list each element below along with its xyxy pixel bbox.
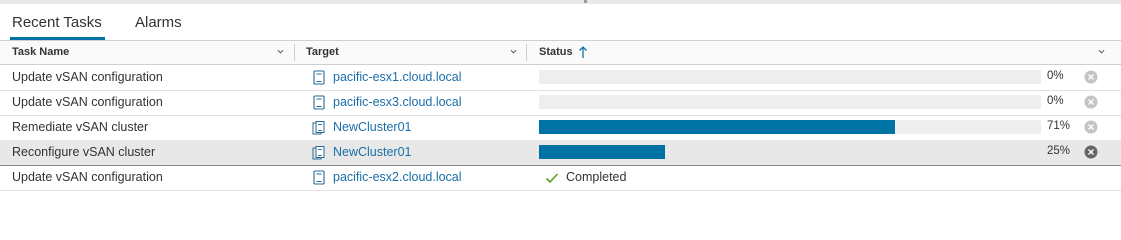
column-header-status-label: Status [539, 46, 573, 58]
table-row[interactable]: Reconfigure vSAN cluster NewCluster01 25% [0, 140, 1121, 166]
progress-bar [539, 120, 1041, 134]
tasks-table-header: Task Name Target Status [0, 41, 1121, 65]
bottom-panel-tabs: Recent Tasks Alarms [0, 4, 1121, 41]
target-link[interactable]: NewCluster01 [333, 120, 412, 134]
progress-percent: 71% [1047, 120, 1071, 132]
table-row[interactable]: Update vSAN configuration pacific-esx1.cl… [0, 65, 1121, 91]
tab-recent-tasks[interactable]: Recent Tasks [12, 14, 102, 31]
column-header-task-name[interactable]: Task Name [12, 41, 292, 64]
tab-alarms[interactable]: Alarms [135, 14, 182, 31]
table-row[interactable]: Update vSAN configuration pacific-esx3.cl… [0, 90, 1121, 116]
target-link[interactable]: pacific-esx3.cloud.local [333, 95, 462, 109]
active-tab-indicator [10, 37, 105, 40]
column-header-task-name-label: Task Name [12, 46, 70, 58]
column-header-status[interactable]: Status [539, 41, 1079, 64]
sort-ascending-icon[interactable] [578, 45, 588, 59]
cluster-icon [312, 120, 326, 135]
progress-fill [539, 145, 665, 159]
task-name: Update vSAN configuration [12, 70, 163, 84]
cluster-icon [312, 145, 326, 160]
resize-grip-icon[interactable] [584, 0, 587, 3]
task-name: Remediate vSAN cluster [12, 120, 149, 134]
progress-bar [539, 145, 1041, 159]
column-header-target-label: Target [306, 46, 339, 58]
column-divider[interactable] [526, 44, 527, 61]
progress-percent: 0% [1047, 70, 1064, 82]
target-link[interactable]: pacific-esx1.cloud.local [333, 70, 462, 84]
host-icon [312, 95, 326, 110]
column-divider[interactable] [294, 44, 295, 61]
column-header-target[interactable]: Target [306, 41, 516, 64]
cancel-task-icon[interactable] [1084, 95, 1098, 109]
target-link[interactable]: pacific-esx2.cloud.local [333, 170, 462, 184]
progress-percent: 0% [1047, 95, 1064, 107]
table-row[interactable]: Remediate vSAN cluster NewCluster01 71% [0, 115, 1121, 141]
progress-fill [539, 120, 896, 134]
host-icon [312, 70, 326, 85]
task-name: Reconfigure vSAN cluster [12, 145, 156, 159]
table-row[interactable]: Update vSAN configuration pacific-esx2.cl… [0, 165, 1121, 191]
cancel-task-icon[interactable] [1084, 145, 1098, 159]
chevron-down-icon[interactable] [277, 48, 284, 55]
progress-percent: 25% [1047, 145, 1071, 157]
cancel-task-icon[interactable] [1084, 70, 1098, 84]
cancel-task-icon[interactable] [1084, 120, 1098, 134]
chevron-down-icon[interactable] [510, 48, 517, 55]
task-name: Update vSAN configuration [12, 95, 163, 109]
host-icon [312, 170, 326, 185]
chevron-down-icon[interactable] [1098, 48, 1105, 55]
task-name: Update vSAN configuration [12, 170, 163, 184]
progress-bar [539, 95, 1041, 109]
progress-bar [539, 70, 1041, 84]
check-icon [545, 171, 559, 184]
status-text: Completed [566, 170, 627, 184]
target-link[interactable]: NewCluster01 [333, 145, 412, 159]
